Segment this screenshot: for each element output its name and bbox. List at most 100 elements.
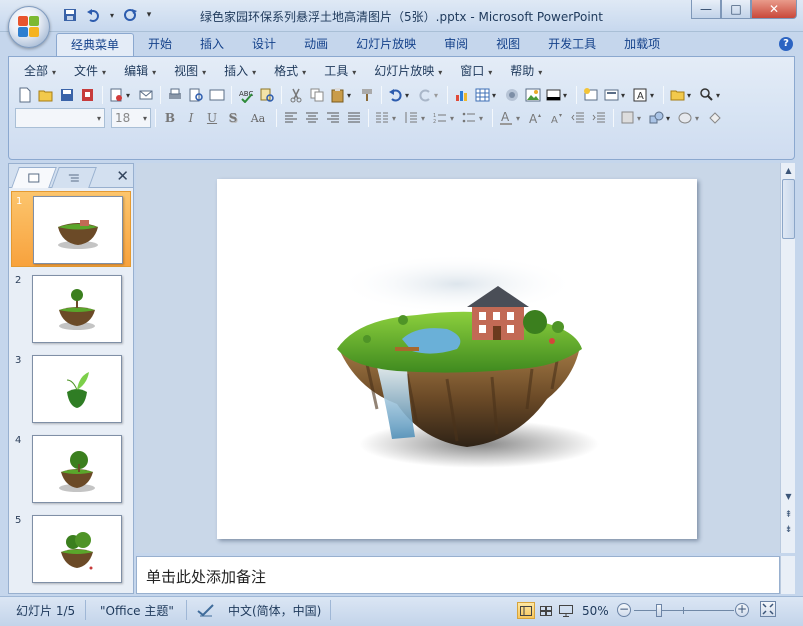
redo-icon[interactable]: ▾ <box>415 85 443 105</box>
zoom-slider-track[interactable] <box>634 610 734 611</box>
insert-picture-icon[interactable] <box>523 85 543 105</box>
numbering-icon[interactable]: 1 2 ▾ <box>431 108 459 128</box>
undo-icon[interactable]: ▾ <box>386 85 414 105</box>
cut-icon[interactable] <box>286 85 306 105</box>
help-icon[interactable]: ? <box>779 37 793 51</box>
design-icon[interactable]: ▾ <box>618 108 646 128</box>
align-right-icon[interactable] <box>323 108 343 128</box>
menu-edit[interactable]: 编辑 ▾ <box>115 62 165 80</box>
increase-indent-icon[interactable] <box>589 108 609 128</box>
insert-chart-icon[interactable] <box>452 85 472 105</box>
slide-thumbnail-5[interactable]: 5 <box>11 511 131 587</box>
scroll-down-icon[interactable]: ▼ <box>782 490 795 504</box>
text-box-icon[interactable]: A ▾ <box>631 85 659 105</box>
normal-view-button[interactable] <box>517 602 535 619</box>
scroll-thumb[interactable] <box>782 179 795 239</box>
previous-slide-icon[interactable]: ⇞ <box>782 508 795 522</box>
vertical-scrollbar[interactable]: ▲ ▼ ⇞ ⇟ <box>780 163 795 553</box>
zoom-level[interactable]: 50% <box>582 602 609 620</box>
italic-button[interactable]: I <box>181 108 201 128</box>
tab-view[interactable]: 视图 <box>482 33 534 56</box>
notes-scrollbar[interactable] <box>780 556 795 594</box>
menu-window[interactable]: 窗口 ▾ <box>451 62 501 80</box>
menu-format[interactable]: 格式 ▾ <box>265 62 315 80</box>
save-icon[interactable] <box>57 85 77 105</box>
clip-art-icon[interactable] <box>502 85 522 105</box>
format-painter-icon[interactable] <box>357 85 377 105</box>
tab-animations[interactable]: 动画 <box>290 33 342 56</box>
menu-file[interactable]: 文件 ▾ <box>65 62 115 80</box>
current-slide[interactable] <box>217 179 697 539</box>
tab-outline[interactable] <box>51 167 97 188</box>
change-case-button[interactable]: Aa <box>244 108 272 128</box>
spelling-icon[interactable]: ABC <box>236 85 256 105</box>
minimize-button[interactable]: — <box>691 0 721 19</box>
print-options-icon[interactable]: ▾ <box>107 85 135 105</box>
shapes-icon[interactable]: ▾ <box>647 108 675 128</box>
find-icon[interactable]: ▾ <box>697 85 725 105</box>
font-size-combo[interactable]: 18 ▾ <box>111 108 151 128</box>
notes-pane[interactable]: 单击此处添加备注 <box>136 556 780 594</box>
menu-all[interactable]: 全部 ▾ <box>15 62 65 80</box>
menu-insert[interactable]: 插入 ▾ <box>215 62 265 80</box>
slide-view-icon[interactable] <box>207 85 227 105</box>
menu-view[interactable]: 视图 ▾ <box>165 62 215 80</box>
new-icon[interactable] <box>15 85 35 105</box>
slideshow-view-button[interactable] <box>557 602 575 619</box>
font-color-button[interactable]: A ▾ <box>497 108 525 128</box>
zoom-out-button[interactable]: − <box>617 603 631 617</box>
layout-icon[interactable]: ▾ <box>602 85 630 105</box>
slide-thumbnail-3[interactable]: 3 <box>11 351 131 427</box>
tab-classic-menu[interactable]: 经典菜单 <box>56 33 135 56</box>
open-icon[interactable] <box>36 85 56 105</box>
copy-icon[interactable] <box>307 85 327 105</box>
next-slide-icon[interactable]: ⇟ <box>782 523 795 537</box>
print-preview-icon[interactable] <box>186 85 206 105</box>
tab-home[interactable]: 开始 <box>134 33 186 56</box>
tab-addins[interactable]: 加载项 <box>610 33 674 56</box>
scroll-up-icon[interactable]: ▲ <box>782 164 795 178</box>
columns-icon[interactable]: ▾ <box>373 108 401 128</box>
shape-effects-icon[interactable]: ▾ <box>676 108 704 128</box>
fit-to-window-button[interactable] <box>760 601 776 617</box>
decrease-indent-icon[interactable] <box>568 108 588 128</box>
shrink-font-icon[interactable]: A ▾ <box>547 108 567 128</box>
slide-thumbnail-4[interactable]: 4 <box>11 431 131 507</box>
tab-slides[interactable] <box>11 167 57 188</box>
line-spacing-icon[interactable]: ▾ <box>402 108 430 128</box>
menu-help[interactable]: 帮助 ▾ <box>501 62 551 80</box>
menu-slideshow[interactable]: 幻灯片放映 ▾ <box>365 62 451 80</box>
language-indicator[interactable]: 中文(简体，中国) <box>228 602 321 620</box>
permission-icon[interactable] <box>78 85 98 105</box>
shadow-button[interactable]: S <box>223 108 243 128</box>
office-button[interactable] <box>8 6 50 48</box>
grow-font-icon[interactable]: A ▴ <box>526 108 546 128</box>
align-center-icon[interactable] <box>302 108 322 128</box>
menu-tools[interactable]: 工具 ▾ <box>315 62 365 80</box>
theme-name[interactable]: "Office 主题" <box>100 602 174 620</box>
tab-review[interactable]: 审阅 <box>430 33 482 56</box>
tab-design[interactable]: 设计 <box>238 33 290 56</box>
spelling-check-icon[interactable] <box>196 602 216 620</box>
justify-icon[interactable] <box>344 108 364 128</box>
zoom-in-button[interactable]: + <box>735 603 749 617</box>
maximize-button[interactable]: □ <box>721 0 751 19</box>
tab-insert[interactable]: 插入 <box>186 33 238 56</box>
close-pane-icon[interactable]: ✕ <box>116 167 129 185</box>
bullets-icon[interactable]: ▾ <box>460 108 488 128</box>
slide-thumbnail-2[interactable]: 2 <box>11 271 131 347</box>
research-icon[interactable] <box>257 85 277 105</box>
shapes-folder-icon[interactable]: ▾ <box>668 85 696 105</box>
zoom-slider-thumb[interactable] <box>656 604 662 617</box>
insert-table-icon[interactable]: ▾ <box>473 85 501 105</box>
email-icon[interactable] <box>136 85 156 105</box>
bold-button[interactable]: B <box>160 108 180 128</box>
close-button[interactable]: ✕ <box>751 0 797 19</box>
fill-color-icon[interactable] <box>705 108 725 128</box>
underline-button[interactable]: U <box>202 108 222 128</box>
align-left-icon[interactable] <box>281 108 301 128</box>
new-slide-icon[interactable] <box>581 85 601 105</box>
font-name-combo[interactable]: ▾ <box>15 108 105 128</box>
slide-sorter-button[interactable] <box>537 602 555 619</box>
tab-slideshow[interactable]: 幻灯片放映 <box>342 33 430 56</box>
